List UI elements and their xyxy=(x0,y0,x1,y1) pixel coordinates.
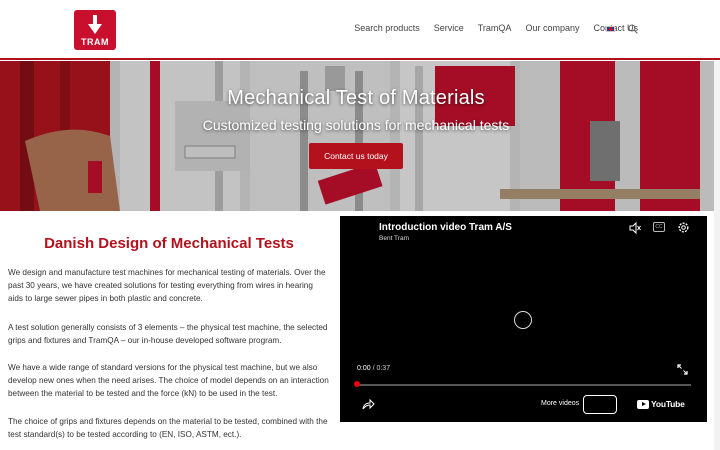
loading-spinner-icon xyxy=(514,311,532,329)
progress-scrubber[interactable] xyxy=(354,381,360,387)
more-videos-label[interactable]: More videos xyxy=(541,400,579,407)
video-duration: 0:37 xyxy=(376,365,391,372)
nav-tramqa[interactable]: TramQA xyxy=(478,23,512,33)
video-title[interactable]: Introduction video Tram A/S xyxy=(379,222,512,233)
uk-flag-icon[interactable] xyxy=(606,26,615,32)
current-time: 0:00 xyxy=(357,365,371,372)
nav-service[interactable]: Service xyxy=(434,23,464,33)
hero-banner: Mechanical Test of Materials Customized … xyxy=(0,61,720,211)
nav-search-products[interactable]: Search products xyxy=(354,23,420,33)
intro-paragraph-1: We design and manufacture test machines … xyxy=(8,268,326,304)
youtube-label: YouTube xyxy=(651,399,685,409)
youtube-logo[interactable]: YouTube xyxy=(637,399,685,409)
contact-us-button[interactable]: Contact us today xyxy=(309,143,403,169)
section-heading: Danish Design of Mechanical Tests xyxy=(44,235,294,252)
mute-icon[interactable] xyxy=(629,222,641,234)
scrollbar-track[interactable] xyxy=(714,61,720,450)
youtube-play-icon xyxy=(637,399,649,409)
video-progress-bar[interactable] xyxy=(354,381,691,387)
gear-icon[interactable] xyxy=(677,221,690,234)
intro-paragraph-3: We have a wide range of standard version… xyxy=(8,363,329,399)
video-time: 0:00 / 0:37 xyxy=(357,365,390,372)
video-channel[interactable]: Bent Tram xyxy=(379,235,409,242)
search-icon[interactable] xyxy=(628,24,638,34)
main-nav: Search products Service TramQA Our compa… xyxy=(354,23,638,33)
fullscreen-icon[interactable] xyxy=(677,364,688,375)
down-arrow-icon xyxy=(88,15,102,34)
intro-paragraph-2: A test solution generally consists of 3 … xyxy=(8,323,328,346)
tram-logo[interactable]: TRAM xyxy=(74,10,116,50)
more-videos-button[interactable] xyxy=(583,395,617,414)
hero-overlay xyxy=(0,61,720,211)
hero-subtitle: Customized testing solutions for mechani… xyxy=(202,117,510,133)
share-icon[interactable] xyxy=(362,398,375,410)
nav-our-company[interactable]: Our company xyxy=(525,23,579,33)
intro-paragraph-4: The choice of grips and fixtures depends… xyxy=(8,417,328,440)
hero-title: Mechanical Test of Materials xyxy=(227,87,485,109)
captions-icon[interactable]: CC xyxy=(653,222,665,232)
logo-text: TRAM xyxy=(81,37,109,47)
site-header: TRAM Search products Service TramQA Our … xyxy=(0,0,720,60)
youtube-video-player[interactable]: Introduction video Tram A/S Bent Tram CC… xyxy=(340,216,707,422)
